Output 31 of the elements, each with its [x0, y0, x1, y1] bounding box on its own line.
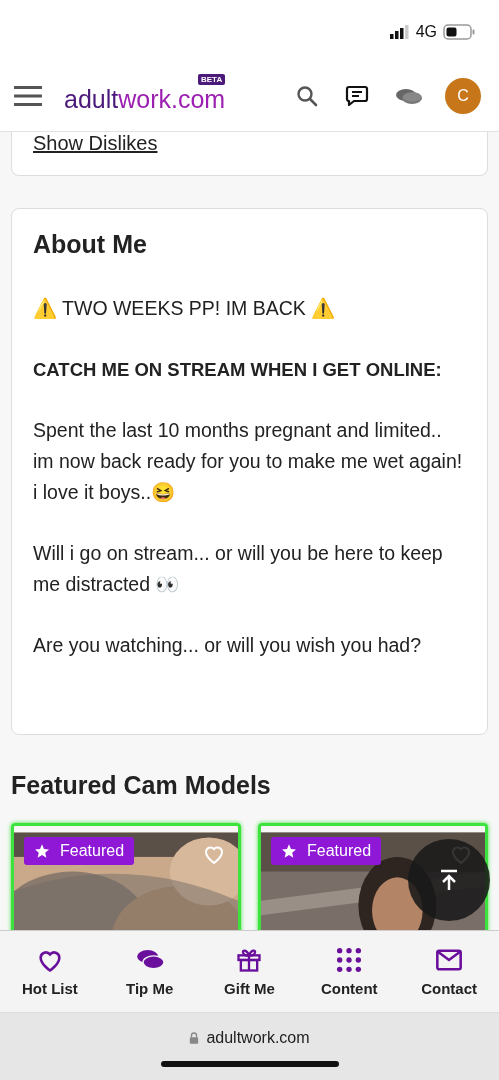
grid-icon — [335, 946, 364, 974]
mail-icon — [435, 946, 464, 974]
signal-icon — [389, 25, 410, 39]
section-title: Featured Cam Models — [11, 771, 272, 800]
nav-tab[interactable]: Hot List — [4, 946, 95, 997]
nav-tab[interactable]: Gift Me — [204, 946, 295, 997]
section-title: About Me — [33, 230, 148, 259]
chat-icon[interactable] — [345, 83, 369, 108]
gift-icon — [235, 946, 264, 974]
lock-icon — [189, 1032, 200, 1044]
nav-tab[interactable]: Tip Me — [104, 946, 195, 997]
badge-label: Featured — [307, 842, 372, 860]
battery-icon — [443, 24, 475, 40]
about-paragraph: ⚠ TWO WEEKS PP! IM BACK ⚠ — [33, 296, 337, 321]
search-icon[interactable] — [295, 83, 319, 108]
star-icon — [281, 843, 297, 859]
show-dislikes-link[interactable]: Show Dislikes — [33, 132, 158, 155]
about-paragraph: Will i go on stream... or will you be here to keep me distracted 👀 — [33, 541, 444, 597]
model-card[interactable]: Featured — [11, 823, 241, 930]
about-paragraph: Are you watching... or will you wish you had? — [33, 633, 423, 658]
star-icon — [34, 843, 50, 859]
badge-label: Featured — [60, 842, 125, 860]
menu-icon[interactable] — [14, 85, 42, 106]
address-text[interactable]: adultwork.com — [206, 1029, 310, 1047]
site-logo[interactable]: adultwork.com — [64, 83, 226, 114]
nav-tab[interactable]: Contact — [404, 946, 495, 997]
beta-badge: BETA — [198, 73, 226, 85]
about-paragraph: CATCH ME ON STREAM WHEN I GET ONLINE: — [33, 358, 443, 382]
nav-tab[interactable]: Content — [304, 946, 395, 997]
about-paragraph: Spent the last 10 months pregnant and limited.. im now back ready for you to make me wet again! i love it boys..😆 — [33, 418, 464, 505]
network-type: 4G — [415, 23, 437, 41]
